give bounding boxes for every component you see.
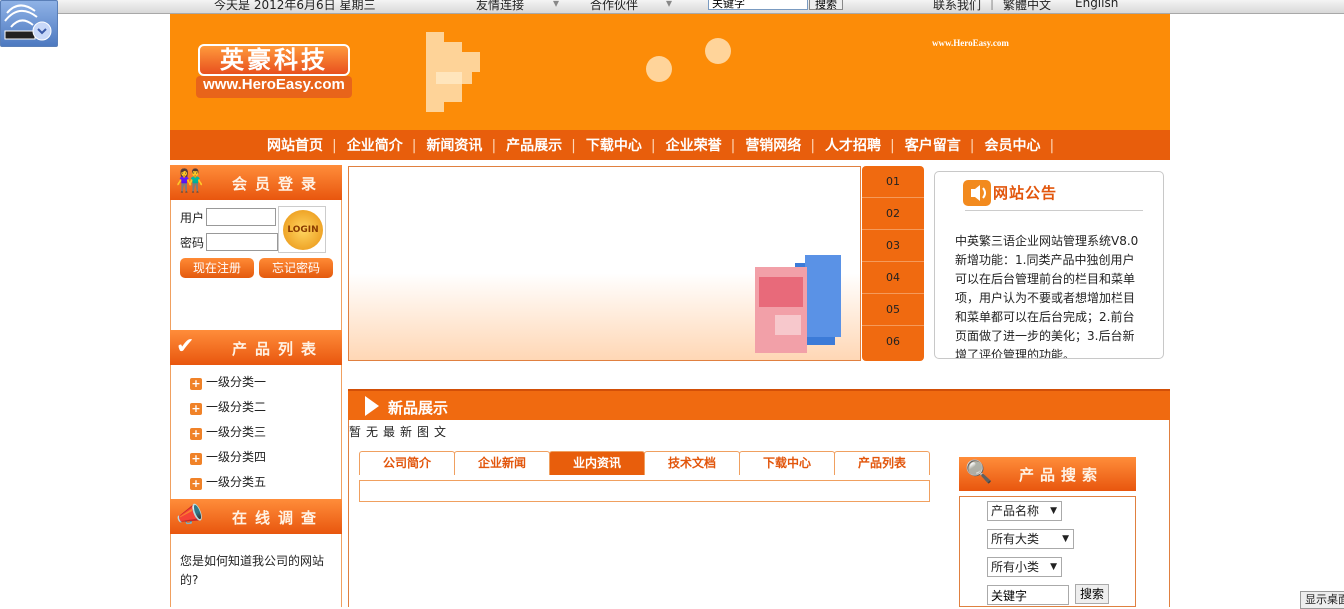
main-nav: 网站首页 | 企业简介 | 新闻资讯 | 产品展示 | 下载中心 | 企业荣誉 | 营销网络… <box>170 130 1170 160</box>
new-products-empty: 暂无最新图文 <box>349 425 452 439</box>
category-item[interactable]: + 一级分类五 <box>190 473 266 490</box>
tab-product-list[interactable]: 产品列表 <box>834 451 930 475</box>
megaphone-icon: 📣 <box>176 503 204 528</box>
notice-title: 网站公告 <box>993 184 1058 202</box>
chevron-down-icon[interactable]: ▾ <box>666 0 672 10</box>
desktop-widget[interactable] <box>0 0 58 47</box>
user-label: 用户 <box>180 211 205 225</box>
nav-item-products[interactable]: 产品展示 | <box>501 135 581 155</box>
nav-item-downloads[interactable]: 下载中心 | <box>581 135 661 155</box>
category-item[interactable]: + 一级分类一 <box>190 373 266 390</box>
category-item[interactable]: + 一级分类三 <box>190 423 266 440</box>
username-input[interactable] <box>206 208 276 226</box>
speaker-icon <box>963 180 991 206</box>
play-arrow-icon <box>365 396 379 416</box>
minor-category-select[interactable]: 所有小类 ▼ <box>987 557 1062 577</box>
category-item[interactable]: + 一级分类二 <box>190 398 266 415</box>
nav-item-members[interactable]: 会员中心 | <box>979 135 1059 155</box>
chevron-down-icon: ▼ <box>1050 562 1057 572</box>
plus-icon: + <box>190 377 202 390</box>
decorative-bubble <box>646 56 672 82</box>
divider <box>965 210 1143 211</box>
show-desktop-button[interactable]: 显示桌面 <box>1300 591 1344 609</box>
tab-industry-news[interactable]: 业内资讯 <box>549 451 645 475</box>
nav-item-guestbook[interactable]: 客户留言 | <box>900 135 980 155</box>
slide-tab[interactable]: 02 <box>862 198 924 230</box>
nav-item-about[interactable]: 企业简介 | <box>342 135 422 155</box>
tab-company-intro[interactable]: 公司简介 <box>359 451 455 475</box>
slide-tab[interactable]: 01 <box>862 166 924 198</box>
product-search-header: 🔍 产品搜索 <box>959 457 1136 491</box>
product-keyword-input[interactable] <box>987 585 1069 605</box>
chevron-down-icon[interactable]: ▾ <box>553 0 559 10</box>
slide-tab[interactable]: 06 <box>862 326 924 358</box>
site-url: www.HeroEasy.com <box>932 38 1009 48</box>
tab-downloads[interactable]: 下载中心 <box>739 451 835 475</box>
site-header: 英豪科技 www.HeroEasy.com www.HeroEasy.com <box>170 14 1170 130</box>
logo[interactable]: 英豪科技 www.HeroEasy.com <box>196 44 352 102</box>
survey-question: 您是如何知道我公司的网站的? <box>180 554 325 587</box>
search-field-select[interactable]: 产品名称 ▼ <box>987 501 1062 521</box>
friend-links-dropdown[interactable]: 友情连接 <box>476 0 524 13</box>
nav-item-honors[interactable]: 企业荣誉 | <box>661 135 741 155</box>
register-button[interactable]: 现在注册 <box>180 258 254 278</box>
partners-dropdown[interactable]: 合作伙伴 <box>590 0 638 13</box>
password-label: 密码 <box>180 236 205 250</box>
login-button[interactable]: LOGIN <box>278 206 326 253</box>
password-input[interactable] <box>206 233 278 251</box>
top-keyword-input[interactable] <box>708 0 808 10</box>
plus-icon: + <box>190 427 202 440</box>
date-text: 今天是 2012年6月6日 星期三 <box>214 0 376 12</box>
tab-tech-docs[interactable]: 技术文档 <box>644 451 740 475</box>
login-label: LOGIN <box>283 210 323 250</box>
fingerprint-icon <box>4 4 52 41</box>
slide-tab[interactable]: 04 <box>862 262 924 294</box>
top-bar: 今天是 2012年6月6日 星期三 友情连接 ▾ 合作伙伴 ▾ 搜索 联系我们 … <box>0 0 1344 14</box>
plus-icon: + <box>190 477 202 490</box>
major-category-select[interactable]: 所有大类 ▼ <box>987 529 1074 549</box>
people-icon: 👫 <box>176 169 204 194</box>
chevron-down-icon: ▼ <box>1062 534 1069 544</box>
decorative-bubble <box>705 38 731 64</box>
nav-item-network[interactable]: 营销网络 | <box>740 135 820 155</box>
logo-chinese: 英豪科技 <box>198 44 350 76</box>
nav-item-news[interactable]: 新闻资讯 | <box>421 135 501 155</box>
slide-tab[interactable]: 05 <box>862 294 924 326</box>
banner-slideshow[interactable] <box>348 166 861 361</box>
software-box-image <box>755 255 841 353</box>
chevron-down-icon: ▼ <box>1050 506 1057 516</box>
product-list-header: ✔ 产品列表 <box>170 330 342 365</box>
product-list-title: 产品列表 <box>232 340 325 358</box>
slide-tabs: 01 02 03 04 05 06 <box>862 166 924 361</box>
contact-link[interactable]: 联系我们 <box>933 0 981 13</box>
checkmark-icon: ✔ <box>176 334 195 359</box>
survey-header: 📣 在线调查 <box>170 499 342 534</box>
logo-english: www.HeroEasy.com <box>196 76 352 98</box>
product-search-title: 产品搜索 <box>1019 466 1104 484</box>
member-login-header: 👫 会员登录 <box>170 165 342 200</box>
slide-tab[interactable]: 03 <box>862 230 924 262</box>
survey-body: 您是如何知道我公司的网站的? <box>170 534 342 607</box>
member-login-title: 会员登录 <box>232 175 325 193</box>
nav-item-home[interactable]: 网站首页 | <box>262 135 342 155</box>
forgot-password-button[interactable]: 忘记密码 <box>259 258 333 278</box>
top-search-button[interactable]: 搜索 <box>809 0 843 11</box>
survey-title: 在线调查 <box>232 509 325 527</box>
product-search-button[interactable]: 搜索 <box>1075 584 1109 604</box>
globe-search-icon: 🔍 <box>965 460 993 485</box>
plus-icon: + <box>190 452 202 465</box>
notice-panel: 网站公告 中英繁三语企业网站管理系统V8.0新增功能：1.同类产品中独创用户可以… <box>934 171 1164 359</box>
new-products-header: 新品展示 <box>348 389 1170 420</box>
notice-text: 中英繁三语企业网站管理系统V8.0新增功能：1.同类产品中独创用户可以在后台管理… <box>955 234 1139 358</box>
traditional-chinese-link[interactable]: 繁體中文 <box>1003 0 1051 13</box>
divider: | <box>990 0 995 10</box>
tab-content-area <box>359 480 930 502</box>
decorative-pixel-graphic <box>426 32 482 112</box>
category-item[interactable]: + 一级分类四 <box>190 448 266 465</box>
new-products-title: 新品展示 <box>388 399 449 417</box>
tab-company-news[interactable]: 企业新闻 <box>454 451 550 475</box>
plus-icon: + <box>190 402 202 415</box>
nav-item-jobs[interactable]: 人才招聘 | <box>820 135 900 155</box>
english-link[interactable]: English <box>1075 0 1118 10</box>
